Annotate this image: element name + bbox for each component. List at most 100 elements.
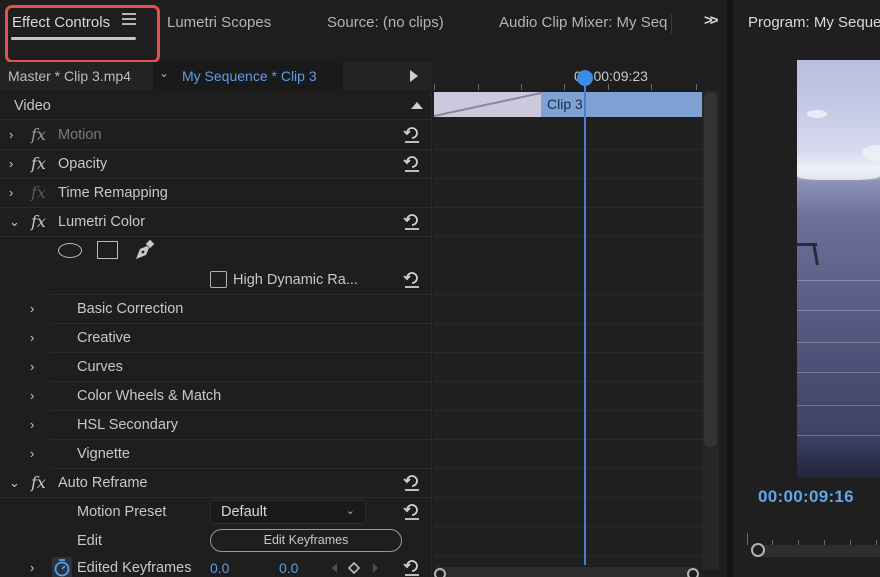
wave-line bbox=[797, 405, 880, 406]
transition-block[interactable] bbox=[434, 92, 541, 117]
fx-symbol: fx bbox=[31, 183, 46, 202]
effect-row-motion[interactable]: › fx Motion bbox=[0, 121, 432, 150]
reset-icon[interactable] bbox=[402, 270, 422, 290]
reset-icon[interactable] bbox=[402, 558, 422, 577]
effect-name: Lumetri Color bbox=[58, 214, 146, 230]
chevron-right-icon[interactable]: › bbox=[9, 127, 13, 142]
timeline-row bbox=[434, 324, 704, 353]
scroll-up-icon[interactable] bbox=[411, 102, 423, 109]
keyframe-x-value[interactable]: 0.0 bbox=[210, 560, 229, 576]
fx-toggle-icon[interactable]: fx bbox=[31, 154, 46, 173]
highlight-annotation bbox=[5, 5, 160, 63]
cloud-shape bbox=[862, 145, 880, 161]
chevron-down-icon[interactable]: ⌄ bbox=[159, 66, 169, 80]
zoom-handle-left[interactable] bbox=[434, 568, 446, 577]
chevron-right-icon[interactable]: › bbox=[30, 359, 34, 374]
timeline-row bbox=[434, 440, 704, 469]
motion-preset-dropdown[interactable]: Default ⌄ bbox=[210, 500, 366, 524]
hdr-row: High Dynamic Ra... bbox=[50, 266, 432, 295]
sequence-clip-tab[interactable]: ⌄ My Sequence * Clip 3 bbox=[153, 62, 343, 90]
keyframe-navigator bbox=[332, 561, 378, 575]
stopwatch-icon[interactable] bbox=[52, 557, 72, 577]
tab-audio-clip-mixer[interactable]: Audio Clip Mixer: My Seq bbox=[499, 14, 671, 31]
reset-icon[interactable] bbox=[402, 502, 422, 522]
fx-symbol: fx bbox=[31, 212, 46, 231]
chevron-right-icon[interactable]: › bbox=[30, 301, 34, 316]
show-timeline-toggle-icon[interactable] bbox=[410, 70, 418, 82]
rectangle-mask-icon[interactable] bbox=[97, 241, 118, 259]
chevron-down-icon[interactable]: ⌄ bbox=[9, 214, 20, 230]
reset-icon[interactable] bbox=[402, 212, 422, 232]
horizontal-zoom-scrollbar[interactable] bbox=[436, 567, 698, 577]
cloud-bank bbox=[797, 166, 880, 180]
clip-block[interactable]: Clip 3 bbox=[541, 92, 702, 117]
chevron-right-icon[interactable]: › bbox=[30, 560, 34, 575]
keyframe-y-value[interactable]: 0.0 bbox=[279, 560, 298, 576]
section-name: Basic Correction bbox=[77, 301, 184, 317]
lumetri-section-creative[interactable]: › Creative bbox=[30, 324, 432, 353]
program-time-ruler[interactable] bbox=[747, 525, 880, 545]
previous-keyframe-icon[interactable] bbox=[332, 563, 337, 573]
chevron-down-icon[interactable]: ⌄ bbox=[9, 475, 20, 491]
lumetri-section-basic-correction[interactable]: › Basic Correction bbox=[30, 295, 432, 324]
next-keyframe-icon[interactable] bbox=[373, 563, 378, 573]
effect-timeline[interactable]: Clip 3 bbox=[434, 92, 704, 577]
effect-row-opacity[interactable]: › fx Opacity bbox=[0, 150, 432, 179]
reset-icon[interactable] bbox=[402, 154, 422, 174]
edit-keyframes-button[interactable]: Edit Keyframes bbox=[210, 529, 402, 552]
program-monitor-title[interactable]: Program: My Seque bbox=[748, 14, 880, 31]
edit-row: Edit Edit Keyframes bbox=[0, 527, 432, 556]
chevron-right-icon[interactable]: › bbox=[30, 417, 34, 432]
fx-toggle-icon[interactable]: fx bbox=[31, 473, 46, 492]
playhead-line[interactable] bbox=[584, 70, 586, 565]
double-chevron-right-icon[interactable]: >> bbox=[704, 12, 718, 29]
ellipse-mask-icon[interactable] bbox=[58, 243, 82, 258]
program-zoom-handle[interactable] bbox=[751, 543, 765, 557]
ruler-tick bbox=[434, 84, 435, 90]
fx-symbol: fx bbox=[31, 125, 46, 144]
wave-line bbox=[797, 435, 880, 436]
ruler-tick bbox=[564, 84, 565, 90]
lumetri-section-hsl-secondary[interactable]: › HSL Secondary bbox=[30, 411, 432, 440]
chevron-right-icon[interactable]: › bbox=[30, 330, 34, 345]
time-ruler[interactable]: 00:00:09:23 bbox=[434, 62, 704, 92]
lumetri-section-curves[interactable]: › Curves bbox=[30, 353, 432, 382]
fx-symbol: fx bbox=[31, 473, 46, 492]
wave-line bbox=[797, 342, 880, 343]
fx-toggle-icon[interactable]: fx bbox=[31, 212, 46, 231]
hdr-checkbox[interactable] bbox=[210, 271, 227, 288]
program-zoom-scrollbar[interactable] bbox=[755, 545, 880, 557]
ruler-tick bbox=[696, 84, 697, 90]
chevron-right-icon[interactable]: › bbox=[30, 388, 34, 403]
program-timecode[interactable]: 00:00:09:16 bbox=[758, 487, 854, 507]
reset-icon[interactable] bbox=[402, 473, 422, 493]
fx-toggle-icon[interactable]: fx bbox=[31, 125, 46, 144]
add-keyframe-icon[interactable] bbox=[347, 561, 361, 575]
lumetri-section-vignette[interactable]: › Vignette bbox=[30, 440, 432, 469]
chevron-right-icon[interactable]: › bbox=[30, 446, 34, 461]
lumetri-section-color-wheels[interactable]: › Color Wheels & Match bbox=[30, 382, 432, 411]
effect-row-time-remapping[interactable]: › fx Time Remapping bbox=[0, 179, 432, 208]
timeline-row bbox=[434, 179, 704, 208]
effect-row-lumetri-color[interactable]: ⌄ fx Lumetri Color bbox=[0, 208, 432, 237]
pen-mask-icon[interactable] bbox=[133, 238, 157, 262]
ruler-tick bbox=[747, 533, 748, 545]
video-preview[interactable] bbox=[797, 60, 880, 478]
chevron-right-icon[interactable]: › bbox=[9, 156, 13, 171]
motion-preset-label: Motion Preset bbox=[77, 504, 167, 520]
zoom-handle-right[interactable] bbox=[687, 568, 699, 577]
effect-row-auto-reframe[interactable]: ⌄ fx Auto Reframe bbox=[0, 469, 432, 498]
effect-name: Motion bbox=[58, 127, 102, 143]
effect-controls-panel: Master * Clip 3.mp4 ⌄ My Sequence * Clip… bbox=[0, 62, 727, 577]
section-label: Video bbox=[14, 98, 51, 114]
timeline-row bbox=[434, 150, 704, 179]
reset-icon[interactable] bbox=[402, 125, 422, 145]
wave-line bbox=[797, 372, 880, 373]
vertical-scrollbar-thumb[interactable] bbox=[704, 92, 717, 447]
tab-source[interactable]: Source: (no clips) bbox=[327, 14, 444, 31]
motion-preset-value: Default bbox=[221, 504, 267, 520]
playhead-handle[interactable] bbox=[577, 70, 593, 86]
chevron-right-icon[interactable]: › bbox=[9, 185, 13, 200]
master-clip-label[interactable]: Master * Clip 3.mp4 bbox=[8, 68, 131, 84]
tab-lumetri-scopes[interactable]: Lumetri Scopes bbox=[167, 14, 271, 31]
